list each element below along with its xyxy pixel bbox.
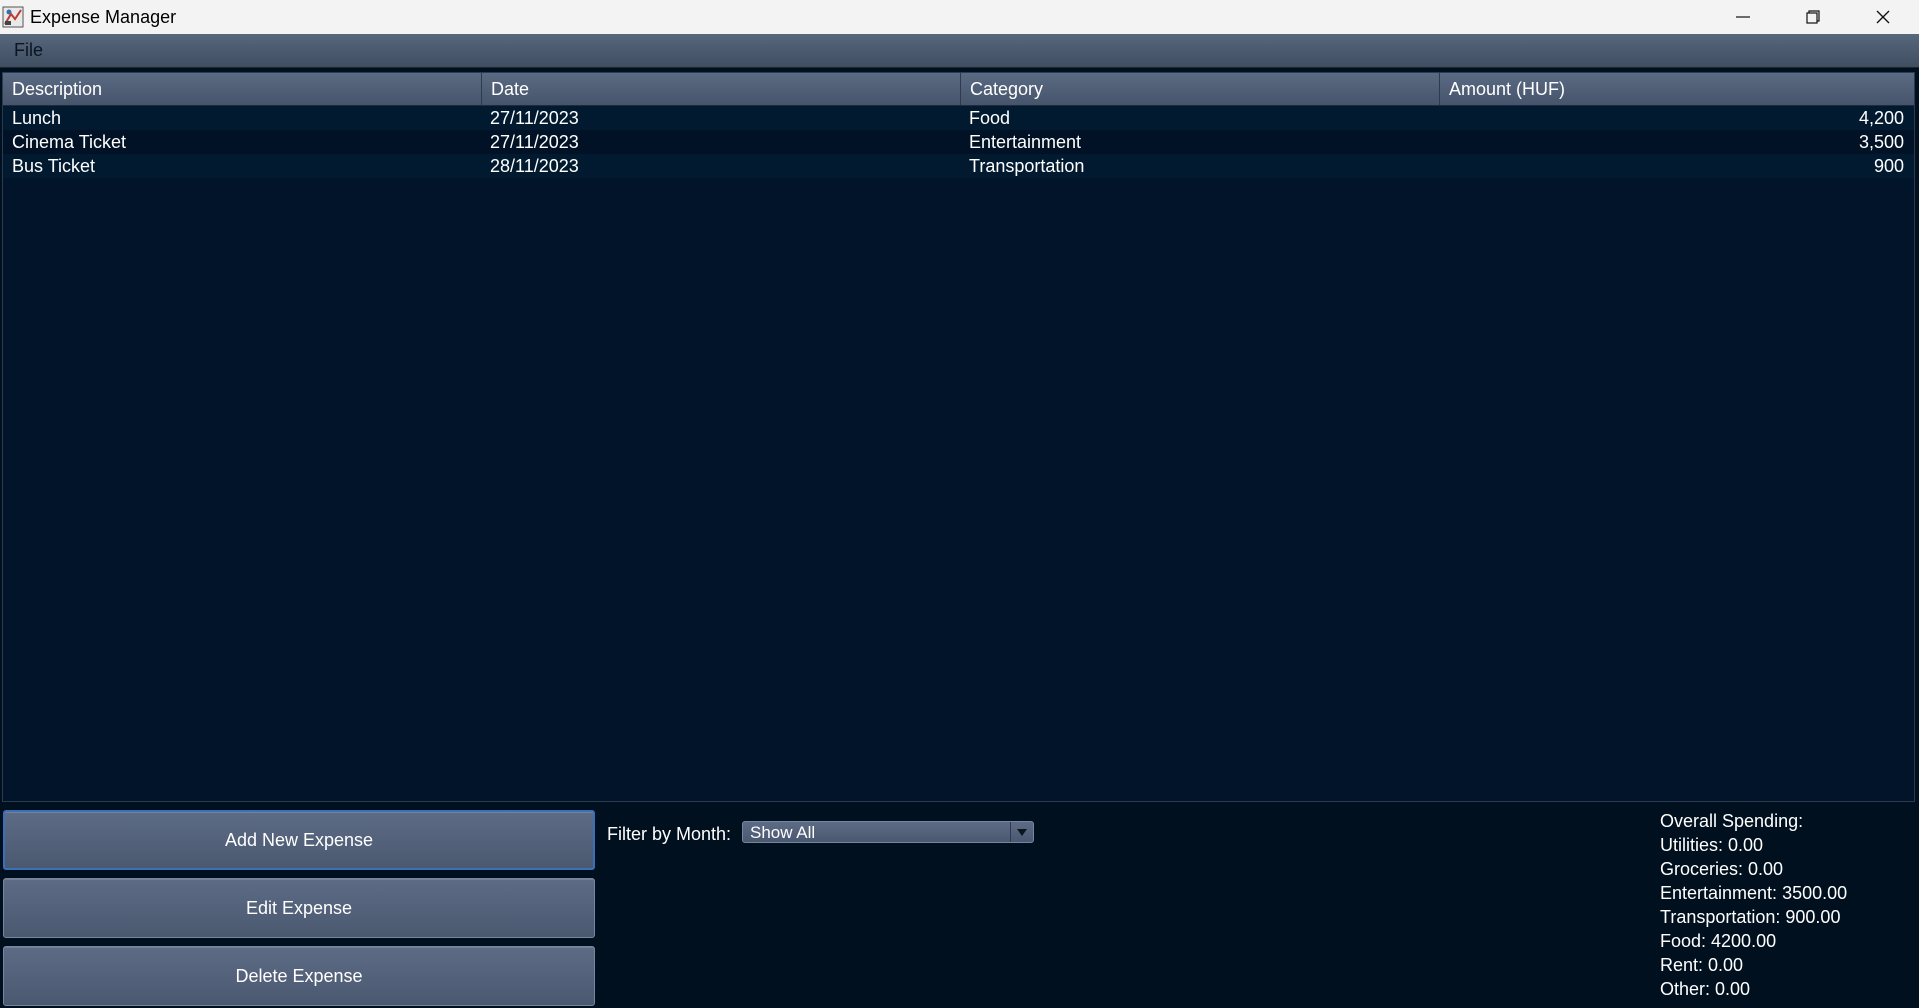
cell-description: Bus Ticket	[12, 156, 96, 176]
spending-summary: Overall Spending: Utilities: 0.00 Grocer…	[1660, 809, 1847, 1001]
app-icon	[2, 6, 24, 28]
cell-description: Lunch	[12, 108, 62, 128]
table-header: Description Date Category Amount (HUF)	[3, 73, 1914, 106]
column-header-date[interactable]: Date	[482, 73, 961, 105]
table-row[interactable]: Cinema Ticket 27/11/2023 Entertainment 3…	[3, 130, 1914, 154]
summary-utilities: Utilities: 0.00	[1660, 835, 1764, 855]
cell-category: Transportation	[969, 156, 1085, 176]
table-body: Lunch 27/11/2023 Food 4,200 Cinema Ticke…	[3, 106, 1914, 178]
title-bar: Expense Manager	[0, 0, 1919, 35]
expense-table: Description Date Category Amount (HUF) L…	[2, 72, 1915, 802]
menu-file[interactable]: File	[14, 34, 43, 67]
delete-expense-button[interactable]: Delete Expense	[3, 946, 595, 1006]
close-icon	[1876, 10, 1890, 24]
summary-other: Other: 0.00	[1660, 979, 1751, 999]
add-expense-button[interactable]: Add New Expense	[3, 810, 595, 870]
column-header-amount[interactable]: Amount (HUF)	[1440, 73, 1914, 105]
maximize-icon	[1806, 10, 1820, 24]
column-header-category[interactable]: Category	[961, 73, 1440, 105]
minimize-icon	[1736, 16, 1750, 18]
cell-date: 27/11/2023	[490, 132, 579, 152]
summary-food: Food: 4200.00	[1660, 931, 1777, 951]
window-title: Expense Manager	[30, 7, 177, 27]
month-filter-dropdown[interactable]: Show All	[742, 821, 1034, 843]
month-filter-value: Show All	[750, 823, 816, 842]
summary-rent: Rent: 0.00	[1660, 955, 1744, 975]
summary-transportation: Transportation: 900.00	[1660, 907, 1841, 927]
table-row[interactable]: Lunch 27/11/2023 Food 4,200	[3, 106, 1914, 130]
chevron-down-icon	[1017, 829, 1027, 836]
menu-bar: File	[0, 34, 1919, 68]
table-row[interactable]: Bus Ticket 28/11/2023 Transportation 900	[3, 154, 1914, 178]
cell-amount: 4,200	[1858, 108, 1904, 128]
summary-groceries: Groceries: 0.00	[1660, 859, 1784, 879]
cell-category: Entertainment	[969, 132, 1082, 152]
cell-description: Cinema Ticket	[12, 132, 127, 152]
cell-amount: 3,500	[1858, 132, 1904, 152]
cell-category: Food	[969, 108, 1011, 128]
minimize-button[interactable]	[1708, 0, 1778, 34]
close-button[interactable]	[1848, 0, 1918, 34]
bottom-panel: Add New Expense Edit Expense Delete Expe…	[0, 802, 1919, 1008]
cell-amount: 900	[1873, 156, 1904, 176]
edit-expense-button[interactable]: Edit Expense	[3, 878, 595, 938]
filter-month-label: Filter by Month:	[607, 824, 732, 844]
expense-manager-window: Expense Manager File Description Date Ca…	[0, 0, 1919, 1008]
summary-entertainment: Entertainment: 3500.00	[1660, 883, 1848, 903]
cell-date: 28/11/2023	[490, 156, 579, 176]
dropdown-arrow[interactable]	[1010, 822, 1033, 842]
maximize-button[interactable]	[1778, 0, 1848, 34]
summary-title: Overall Spending:	[1660, 811, 1804, 831]
cell-date: 27/11/2023	[490, 108, 579, 128]
column-header-description[interactable]: Description	[3, 73, 482, 105]
